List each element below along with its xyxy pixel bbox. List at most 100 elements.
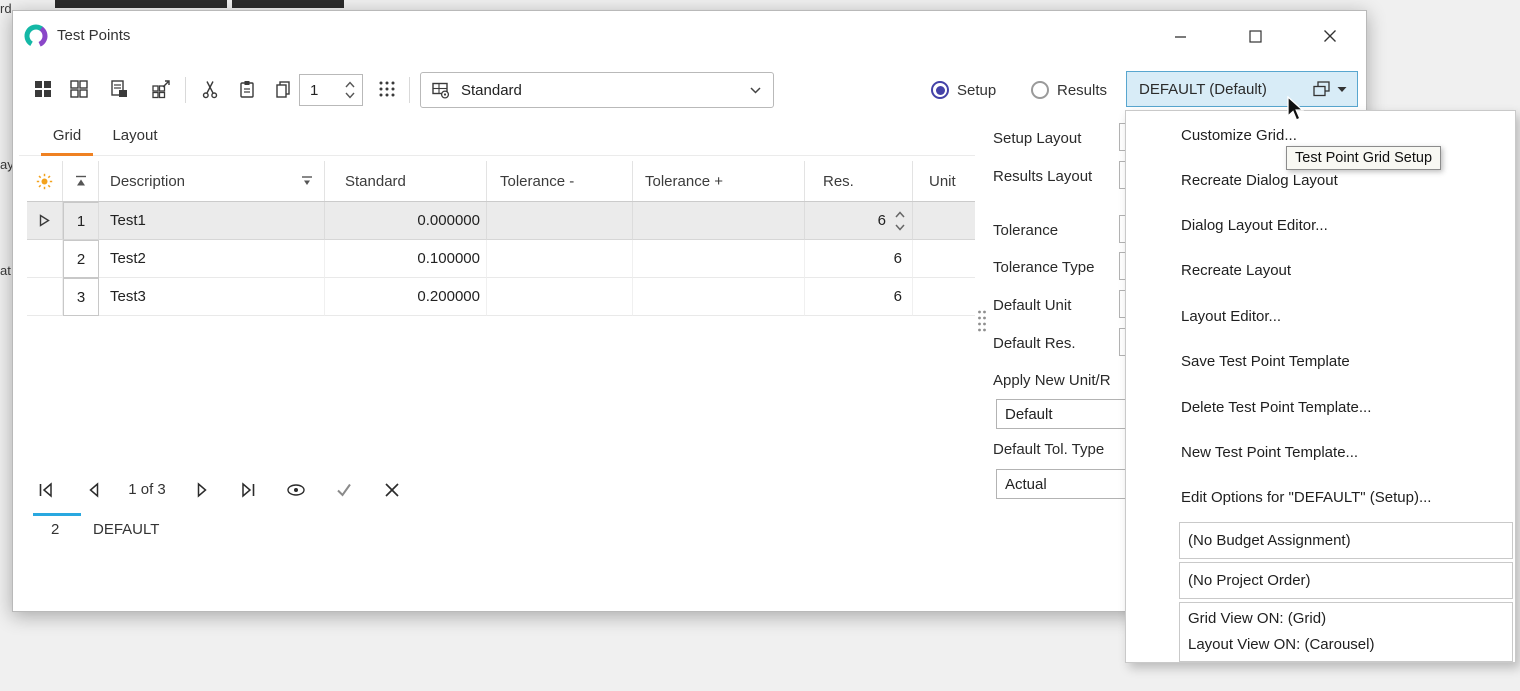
menu-item-dialog-layout-editor[interactable]: Dialog Layout Editor... xyxy=(1126,203,1515,248)
description-cell[interactable]: Test2 xyxy=(99,240,325,278)
sheet-tab-name[interactable]: DEFAULT xyxy=(93,521,159,538)
export-grid-button[interactable] xyxy=(145,73,177,105)
header-description-cell[interactable]: Description xyxy=(99,161,325,201)
menu-item-edit-options[interactable]: Edit Options for "DEFAULT" (Setup)... xyxy=(1126,475,1515,520)
project-order-label: (No Project Order) xyxy=(1188,572,1311,589)
app-logo-icon xyxy=(23,23,49,54)
template-dropdown-label: DEFAULT (Default) xyxy=(1139,81,1312,98)
split-grid-button[interactable] xyxy=(63,73,95,105)
cut-button[interactable] xyxy=(195,73,227,105)
row-indicator-cell[interactable] xyxy=(27,278,63,316)
row-number-cell[interactable]: 2 xyxy=(63,240,99,278)
copy-grid-button[interactable] xyxy=(103,73,135,105)
splitter-drag-handle[interactable] xyxy=(976,308,988,341)
nav-previous-button[interactable] xyxy=(83,479,105,501)
background-bar xyxy=(232,0,344,8)
apply-new-unit-dropdown[interactable]: Default xyxy=(996,399,1141,429)
accept-button[interactable] xyxy=(333,479,355,501)
grid-view-button[interactable] xyxy=(27,73,59,105)
nav-last-button[interactable] xyxy=(237,479,259,501)
row-indicator-cell[interactable] xyxy=(27,202,63,240)
cancel-button[interactable] xyxy=(381,479,403,501)
layout-view-status-label: Layout View ON: (Carousel) xyxy=(1188,632,1374,658)
setup-layout-label: Setup Layout xyxy=(993,130,1081,150)
tolerance-minus-cell[interactable] xyxy=(487,240,633,278)
row-count-spinner[interactable]: 1 xyxy=(299,74,363,106)
header-standard-cell[interactable]: Standard xyxy=(325,161,487,201)
description-cell[interactable]: Test1 xyxy=(99,202,325,240)
row-number-cell[interactable]: 1 xyxy=(63,202,99,240)
spinner-arrows-icon[interactable] xyxy=(343,79,357,101)
tab-layout-label: Layout xyxy=(112,127,157,144)
tab-layout[interactable]: Layout xyxy=(103,127,167,155)
template-dropdown-button[interactable]: DEFAULT (Default) xyxy=(1126,71,1358,107)
default-tol-type-dropdown[interactable]: Actual xyxy=(996,469,1141,499)
unit-cell[interactable] xyxy=(913,202,975,240)
tab-grid[interactable]: Grid xyxy=(41,127,93,155)
menu-item-recreate-layout[interactable]: Recreate Layout xyxy=(1126,248,1515,293)
header-res-label: Res. xyxy=(823,173,854,190)
header-options-cell[interactable] xyxy=(27,161,63,201)
copy-button[interactable] xyxy=(267,73,299,105)
standard-combobox[interactable]: Standard xyxy=(420,72,774,108)
setup-radio[interactable] xyxy=(931,81,949,99)
tolerance-minus-cell[interactable] xyxy=(487,202,633,240)
tabstrip-divider xyxy=(19,155,975,156)
unit-cell[interactable] xyxy=(913,240,975,278)
menu-item-project-order[interactable]: (No Project Order) xyxy=(1179,562,1513,599)
tolerance-minus-cell[interactable] xyxy=(487,278,633,316)
toolbar-separator xyxy=(185,77,186,103)
nav-first-button[interactable] xyxy=(35,479,57,501)
standard-cell[interactable]: 0.200000 xyxy=(325,278,487,316)
header-unit-label: Unit xyxy=(929,173,956,190)
menu-item-save-template[interactable]: Save Test Point Template xyxy=(1126,339,1515,384)
window-title: Test Points xyxy=(57,27,130,44)
menu-item-delete-template[interactable]: Delete Test Point Template... xyxy=(1126,385,1515,430)
row-indicator-cell[interactable] xyxy=(27,240,63,278)
minimize-button[interactable] xyxy=(1157,19,1203,53)
header-rownum-cell[interactable] xyxy=(63,161,99,201)
header-unit-cell[interactable]: Unit xyxy=(913,161,975,201)
tolerance-plus-cell[interactable] xyxy=(633,202,805,240)
close-button[interactable] xyxy=(1307,19,1353,53)
tolerance-plus-cell[interactable] xyxy=(633,278,805,316)
tolerance-plus-cell[interactable] xyxy=(633,240,805,278)
table-row[interactable]: 3 Test3 0.200000 6 xyxy=(27,278,975,316)
res-cell[interactable]: 6 xyxy=(805,202,913,240)
menu-item-view-status[interactable]: Grid View ON: (Grid) Layout View ON: (Ca… xyxy=(1179,602,1513,662)
apply-new-unit-dropdown-value: Default xyxy=(1005,406,1053,423)
unit-cell[interactable] xyxy=(913,278,975,316)
test-points-grid: Description Standard Tolerance - Toleran… xyxy=(27,161,975,316)
table-row[interactable]: 2 Test2 0.100000 6 xyxy=(27,240,975,278)
grid-header-row: Description Standard Tolerance - Toleran… xyxy=(27,161,975,202)
header-tolerance-minus-cell[interactable]: Tolerance - xyxy=(487,161,633,201)
header-tolerance-plus-cell[interactable]: Tolerance + xyxy=(633,161,805,201)
header-res-cell[interactable]: Res. xyxy=(805,161,913,201)
paste-icon xyxy=(237,79,257,99)
menu-item-budget-assignment[interactable]: (No Budget Assignment) xyxy=(1179,522,1513,559)
res-cell[interactable]: 6 xyxy=(805,278,913,316)
standard-cell[interactable]: 0.100000 xyxy=(325,240,487,278)
res-cell[interactable]: 6 xyxy=(805,240,913,278)
results-radio[interactable] xyxy=(1031,81,1049,99)
maximize-button[interactable] xyxy=(1232,19,1278,53)
sheet-tab-number[interactable]: 2 xyxy=(51,521,59,538)
standard-cell[interactable]: 0.000000 xyxy=(325,202,487,240)
copy-icon xyxy=(273,79,293,99)
mouse-cursor xyxy=(1286,96,1308,127)
sun-icon xyxy=(36,173,53,190)
menu-item-layout-editor[interactable]: Layout Editor... xyxy=(1126,294,1515,339)
default-res-label: Default Res. xyxy=(993,335,1076,355)
sort-marker-icon xyxy=(74,174,88,188)
check-icon xyxy=(334,480,354,500)
preview-button[interactable] xyxy=(285,479,307,501)
paste-button[interactable] xyxy=(231,73,263,105)
description-cell[interactable]: Test3 xyxy=(99,278,325,316)
template-dropdown-menu: Customize Grid... Recreate Dialog Layout… xyxy=(1125,110,1516,663)
menu-item-new-template[interactable]: New Test Point Template... xyxy=(1126,430,1515,475)
table-row[interactable]: 1 Test1 0.000000 6 xyxy=(27,202,975,240)
dots-grid-button[interactable] xyxy=(371,73,403,105)
nav-next-button[interactable] xyxy=(191,479,213,501)
row-number-cell[interactable]: 3 xyxy=(63,278,99,316)
res-spinner-icon[interactable] xyxy=(892,208,908,234)
